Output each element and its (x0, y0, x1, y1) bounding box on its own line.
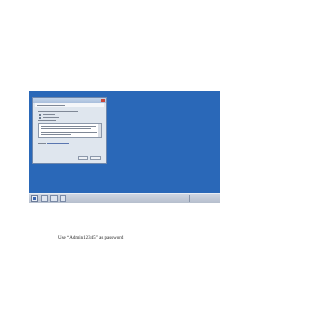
taskbar-item-3[interactable] (60, 195, 66, 202)
dialog-header (35, 103, 104, 107)
password-dialog (32, 97, 107, 164)
dialog-instruction-line (38, 111, 78, 112)
section-label (38, 120, 56, 121)
radio-option-1[interactable] (39, 114, 41, 116)
taskbar-item-2[interactable] (50, 195, 58, 202)
radio-option-2-label (43, 117, 59, 118)
scrollbar[interactable] (98, 124, 101, 137)
start-button[interactable] (31, 195, 38, 202)
desktop-background (29, 91, 220, 193)
radio-option-2[interactable] (39, 117, 41, 119)
dialog-text-line (38, 143, 46, 144)
close-icon[interactable] (101, 99, 105, 102)
cancel-button[interactable] (90, 156, 101, 160)
embedded-screenshot (29, 91, 220, 203)
details-textbox[interactable] (38, 123, 102, 138)
taskbar (29, 193, 220, 203)
password-caption: Use “Admin12345” as password (58, 236, 124, 241)
ok-button[interactable] (78, 156, 88, 160)
tray-separator (189, 195, 190, 202)
radio-option-1-label (43, 114, 55, 115)
taskbar-item-1[interactable] (41, 195, 48, 202)
dialog-link[interactable] (47, 143, 69, 144)
